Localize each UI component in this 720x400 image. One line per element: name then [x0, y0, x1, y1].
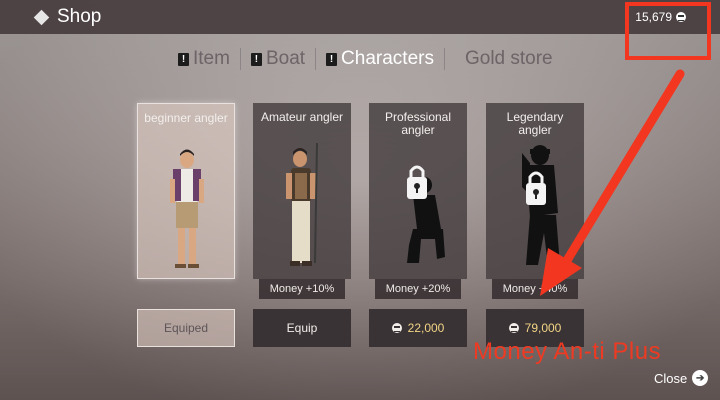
card-title: Amateur angler — [260, 110, 344, 124]
tab-bar: ! Item ! Boat ! Characters Gold store — [168, 44, 563, 74]
annotation-text: Money An-ti Plus — [473, 338, 662, 365]
diamond-icon — [33, 9, 50, 25]
beginner-angler-figure — [170, 149, 204, 268]
character-card-amateur[interactable]: Amateur angler Money +10% — [253, 103, 351, 299]
tab-gold-store[interactable]: Gold store — [445, 48, 563, 70]
professional-angler-silhouette — [407, 165, 445, 263]
highlight-box — [625, 2, 711, 60]
bonus-label: Money +20% — [375, 279, 461, 299]
buy-professional-button[interactable]: 22,000 — [369, 309, 467, 347]
character-card-legendary[interactable]: Legendary angler Money +40% — [486, 103, 584, 299]
close-label: Close — [654, 370, 688, 386]
warning-icon: ! — [326, 52, 338, 66]
bonus-label: Money +10% — [259, 279, 345, 299]
legendary-angler-silhouette — [522, 145, 560, 265]
close-button[interactable]: Close ➔ — [654, 370, 709, 386]
tab-item[interactable]: ! Item — [168, 48, 240, 70]
price-label: 79,000 — [524, 321, 562, 335]
warning-icon: ! — [250, 52, 262, 66]
tab-label: Boat — [265, 48, 306, 69]
character-card-beginner[interactable]: beginner angler Equiped — [137, 103, 235, 347]
arrow-right-icon: ➔ — [692, 370, 709, 386]
bonus-label: Money +40% — [492, 279, 578, 299]
tab-label: Gold store — [464, 48, 553, 69]
page-title: Shop — [57, 6, 102, 27]
coin-icon — [508, 323, 519, 333]
shop-header[interactable]: Shop — [33, 6, 102, 28]
warning-icon: ! — [178, 52, 189, 66]
tab-label: Characters — [341, 48, 434, 69]
tab-characters[interactable]: ! Characters — [316, 48, 444, 70]
equipped-status: Equiped — [137, 309, 235, 347]
coin-icon — [391, 323, 402, 333]
tab-label: Item — [193, 48, 230, 69]
character-card-professional[interactable]: Professional angler Money +20% — [369, 103, 467, 299]
card-title: beginner angler — [144, 111, 228, 125]
amateur-angler-figure — [286, 142, 318, 266]
tab-boat[interactable]: ! Boat — [241, 48, 315, 70]
equip-button[interactable]: Equip — [253, 309, 351, 347]
top-bar: Shop 15,679 — [0, 0, 720, 34]
price-label: 22,000 — [407, 321, 445, 335]
